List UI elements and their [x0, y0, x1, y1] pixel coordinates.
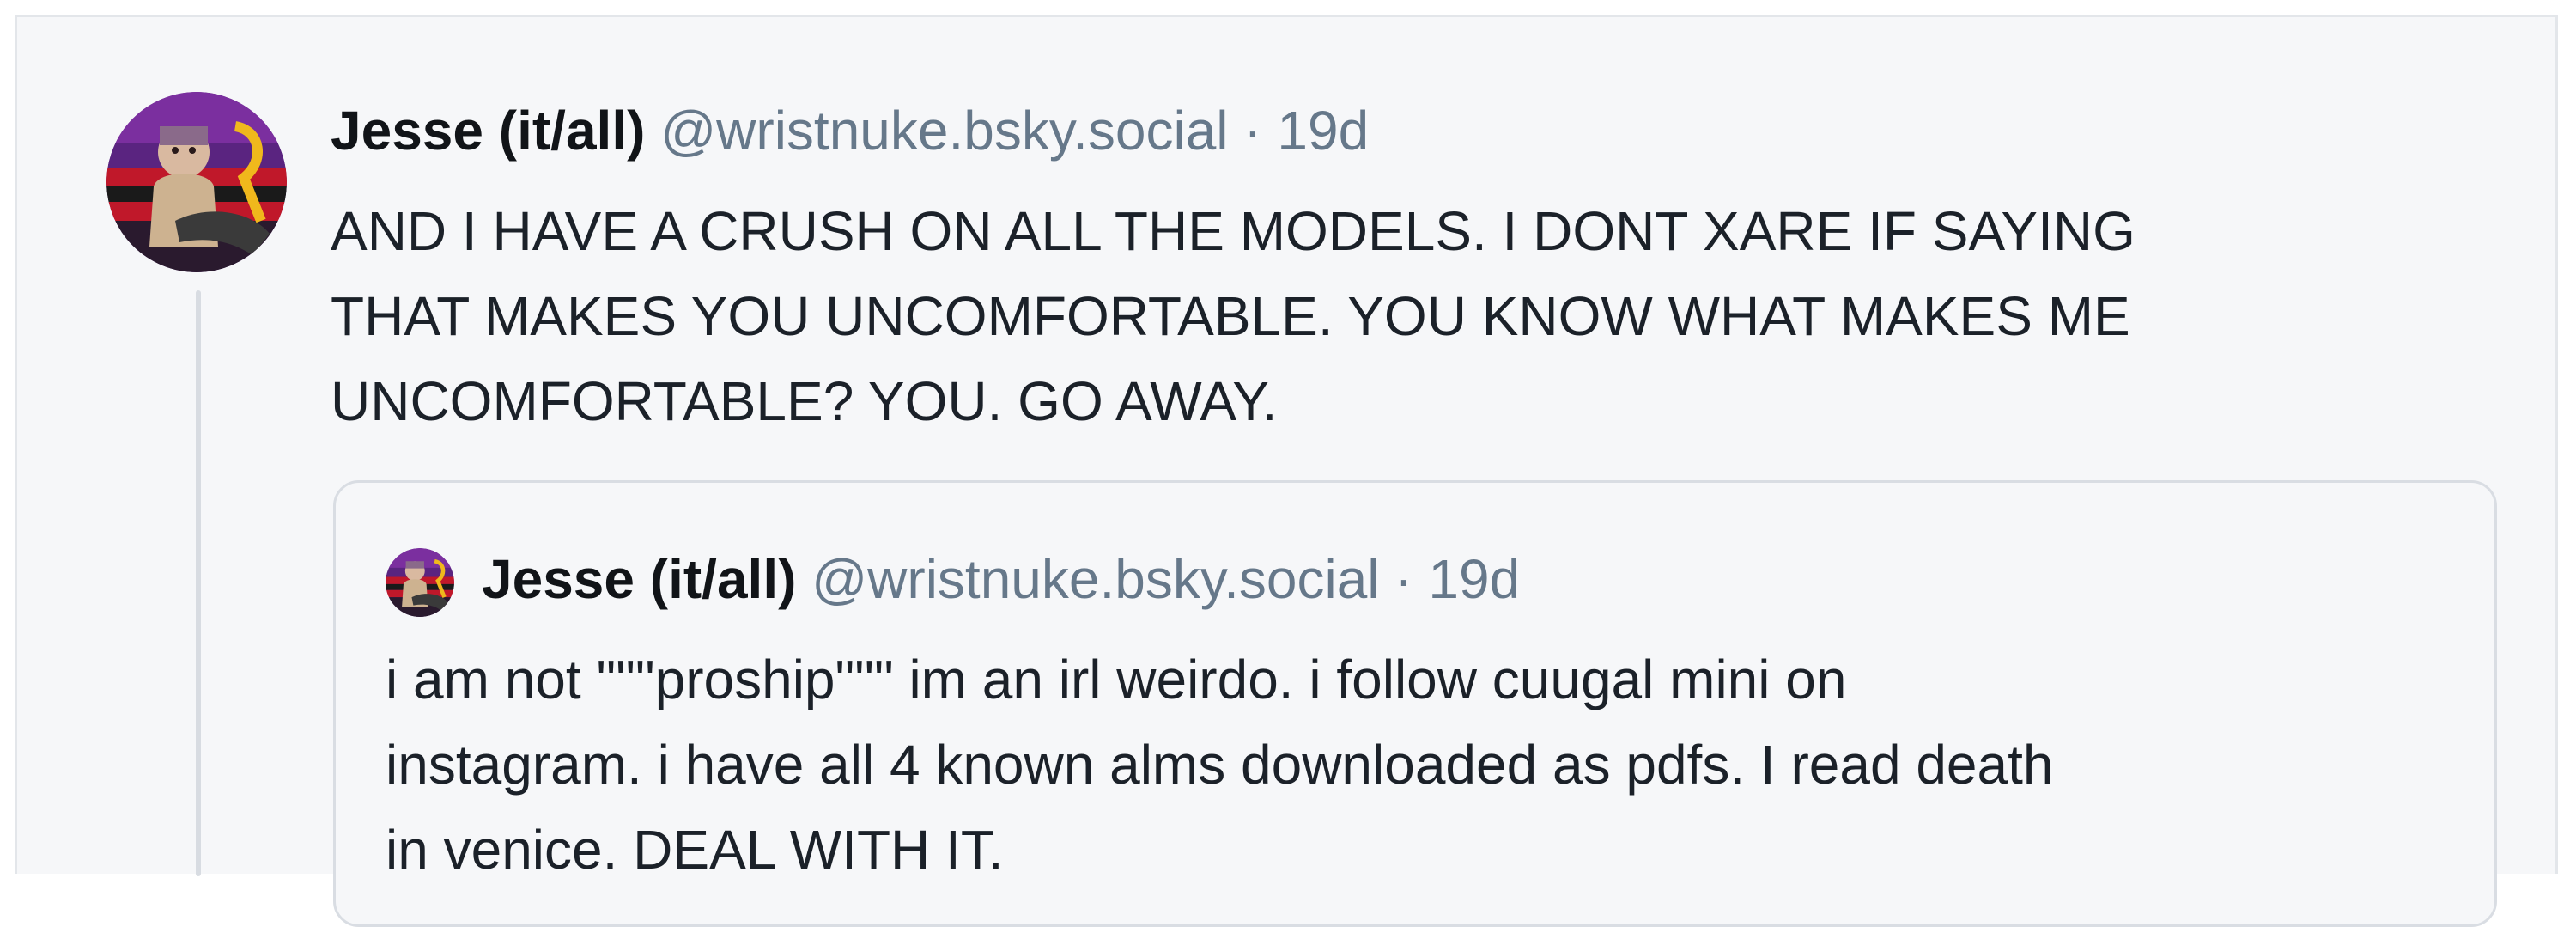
post-text-line: UNCOMFORTABLE? YOU. GO AWAY. — [331, 370, 1278, 432]
quoted-post-timestamp[interactable]: 19d — [1428, 548, 1520, 610]
post-container: Jesse (it/all) @wristnuke.bsky.social · … — [15, 15, 2558, 927]
post-timestamp[interactable]: 19d — [1277, 100, 1369, 162]
author-handle[interactable]: @wristnuke.bsky.social — [660, 100, 1228, 162]
quoted-text-line: in venice. DEAL WITH IT. — [386, 819, 1004, 881]
quoted-author-name[interactable]: Jesse (it/all) — [482, 548, 796, 610]
author-avatar[interactable] — [106, 92, 287, 272]
quoted-post-card[interactable]: Jesse (it/all) @wristnuke.bsky.social · … — [333, 480, 2497, 927]
quoted-text-line: instagram. i have all 4 known alms downl… — [386, 734, 2054, 796]
author-name[interactable]: Jesse (it/all) — [331, 100, 645, 162]
quoted-post-header: Jesse (it/all) @wristnuke.bsky.social · … — [482, 545, 1520, 613]
avatar-icon — [386, 548, 454, 617]
post-text-line: THAT MAKES YOU UNCOMFORTABLE. YOU KNOW W… — [331, 285, 2130, 347]
quoted-post-text: i am not """proship""" im an irl weirdo.… — [386, 637, 2464, 893]
quoted-author-avatar[interactable] — [386, 548, 454, 617]
separator: · — [1243, 100, 1262, 162]
post-text: AND I HAVE A CRUSH ON ALL THE MODELS. I … — [331, 189, 2460, 444]
post-text-line: AND I HAVE A CRUSH ON ALL THE MODELS. I … — [331, 200, 2136, 262]
post-header: Jesse (it/all) @wristnuke.bsky.social · … — [331, 96, 1369, 165]
thread-line — [196, 290, 201, 876]
quoted-author-handle[interactable]: @wristnuke.bsky.social — [811, 548, 1379, 610]
separator: · — [1394, 548, 1413, 610]
avatar-icon — [106, 92, 287, 272]
quoted-text-line: i am not """proship""" im an irl weirdo.… — [386, 649, 1847, 710]
